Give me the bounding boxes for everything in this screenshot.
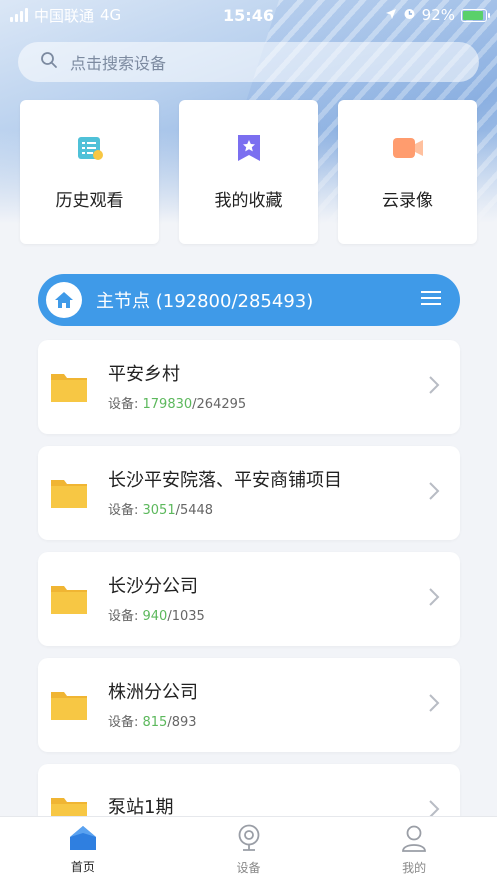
- folder-name: 长沙分公司: [108, 575, 198, 597]
- tab-label: 我的: [402, 861, 427, 875]
- bottom-tab-bar: 首页 设备 我的: [0, 816, 497, 883]
- chevron-right-icon: [428, 375, 440, 399]
- history-list-icon: [74, 132, 106, 164]
- folder-name: 长沙平安院落、平安商铺项目: [108, 469, 342, 491]
- chevron-right-icon: [428, 481, 440, 505]
- folder-name: 株洲分公司: [108, 681, 198, 703]
- tab-profile[interactable]: 我的: [331, 817, 497, 883]
- list-item[interactable]: 长沙分公司 设备: 940/1035: [38, 552, 460, 646]
- folder-icon: [50, 477, 88, 509]
- chevron-right-icon: [428, 693, 440, 717]
- folder-list: 平安乡村 设备: 179830/264295 长沙平安院落、平安商铺项目 设备:…: [38, 340, 460, 870]
- battery-icon: [461, 8, 490, 22]
- battery-percent: 92%: [421, 6, 455, 24]
- shortcut-favorites[interactable]: 我的收藏: [179, 100, 318, 244]
- main-node-title: 主节点 (192800/285493): [96, 291, 314, 312]
- search-icon: [40, 51, 58, 73]
- camera-icon: [236, 824, 262, 855]
- alarm-icon: [403, 6, 416, 24]
- signal-icon: [10, 8, 28, 22]
- main-node-bar[interactable]: 主节点 (192800/285493): [38, 274, 460, 326]
- shortcut-cloud-recording[interactable]: 云录像: [338, 100, 477, 244]
- shortcut-label: 我的收藏: [214, 191, 283, 211]
- device-count: 设备: 815/893: [108, 714, 197, 730]
- tab-label: 设备: [236, 861, 261, 875]
- menu-icon[interactable]: [420, 289, 442, 311]
- folder-icon: [50, 583, 88, 615]
- tab-label: 首页: [70, 860, 95, 874]
- favorite-star-icon: [233, 132, 265, 164]
- shortcut-label: 云录像: [382, 191, 433, 211]
- folder-icon: [50, 689, 88, 721]
- status-bar: 中国联通 4G 15:46 92%: [0, 0, 497, 30]
- clock: 15:46: [223, 5, 274, 25]
- folder-name: 平安乡村: [108, 363, 180, 385]
- folder-icon: [50, 371, 88, 403]
- device-count: 设备: 940/1035: [108, 608, 205, 624]
- location-icon: [385, 6, 397, 24]
- network-label: 4G: [100, 6, 122, 24]
- device-count: 设备: 179830/264295: [108, 396, 247, 412]
- search-placeholder: 点击搜索设备: [70, 54, 167, 73]
- shortcut-cards: 历史观看 我的收藏 云录像: [20, 100, 477, 244]
- home-tab-icon: [69, 825, 97, 854]
- device-count: 设备: 3051/5448: [108, 502, 214, 518]
- user-icon: [401, 824, 427, 855]
- search-bar[interactable]: 点击搜索设备: [18, 42, 479, 82]
- list-item[interactable]: 株洲分公司 设备: 815/893: [38, 658, 460, 752]
- chevron-right-icon: [428, 587, 440, 611]
- tab-devices[interactable]: 设备: [166, 817, 332, 883]
- home-icon: [46, 282, 82, 318]
- shortcut-label: 历史观看: [55, 191, 124, 211]
- list-item[interactable]: 平安乡村 设备: 179830/264295: [38, 340, 460, 434]
- cloud-recording-icon: [392, 132, 424, 164]
- carrier-label: 中国联通: [34, 6, 95, 25]
- list-item[interactable]: 长沙平安院落、平安商铺项目 设备: 3051/5448: [38, 446, 460, 540]
- tab-home[interactable]: 首页: [0, 817, 166, 883]
- shortcut-history[interactable]: 历史观看: [20, 100, 159, 244]
